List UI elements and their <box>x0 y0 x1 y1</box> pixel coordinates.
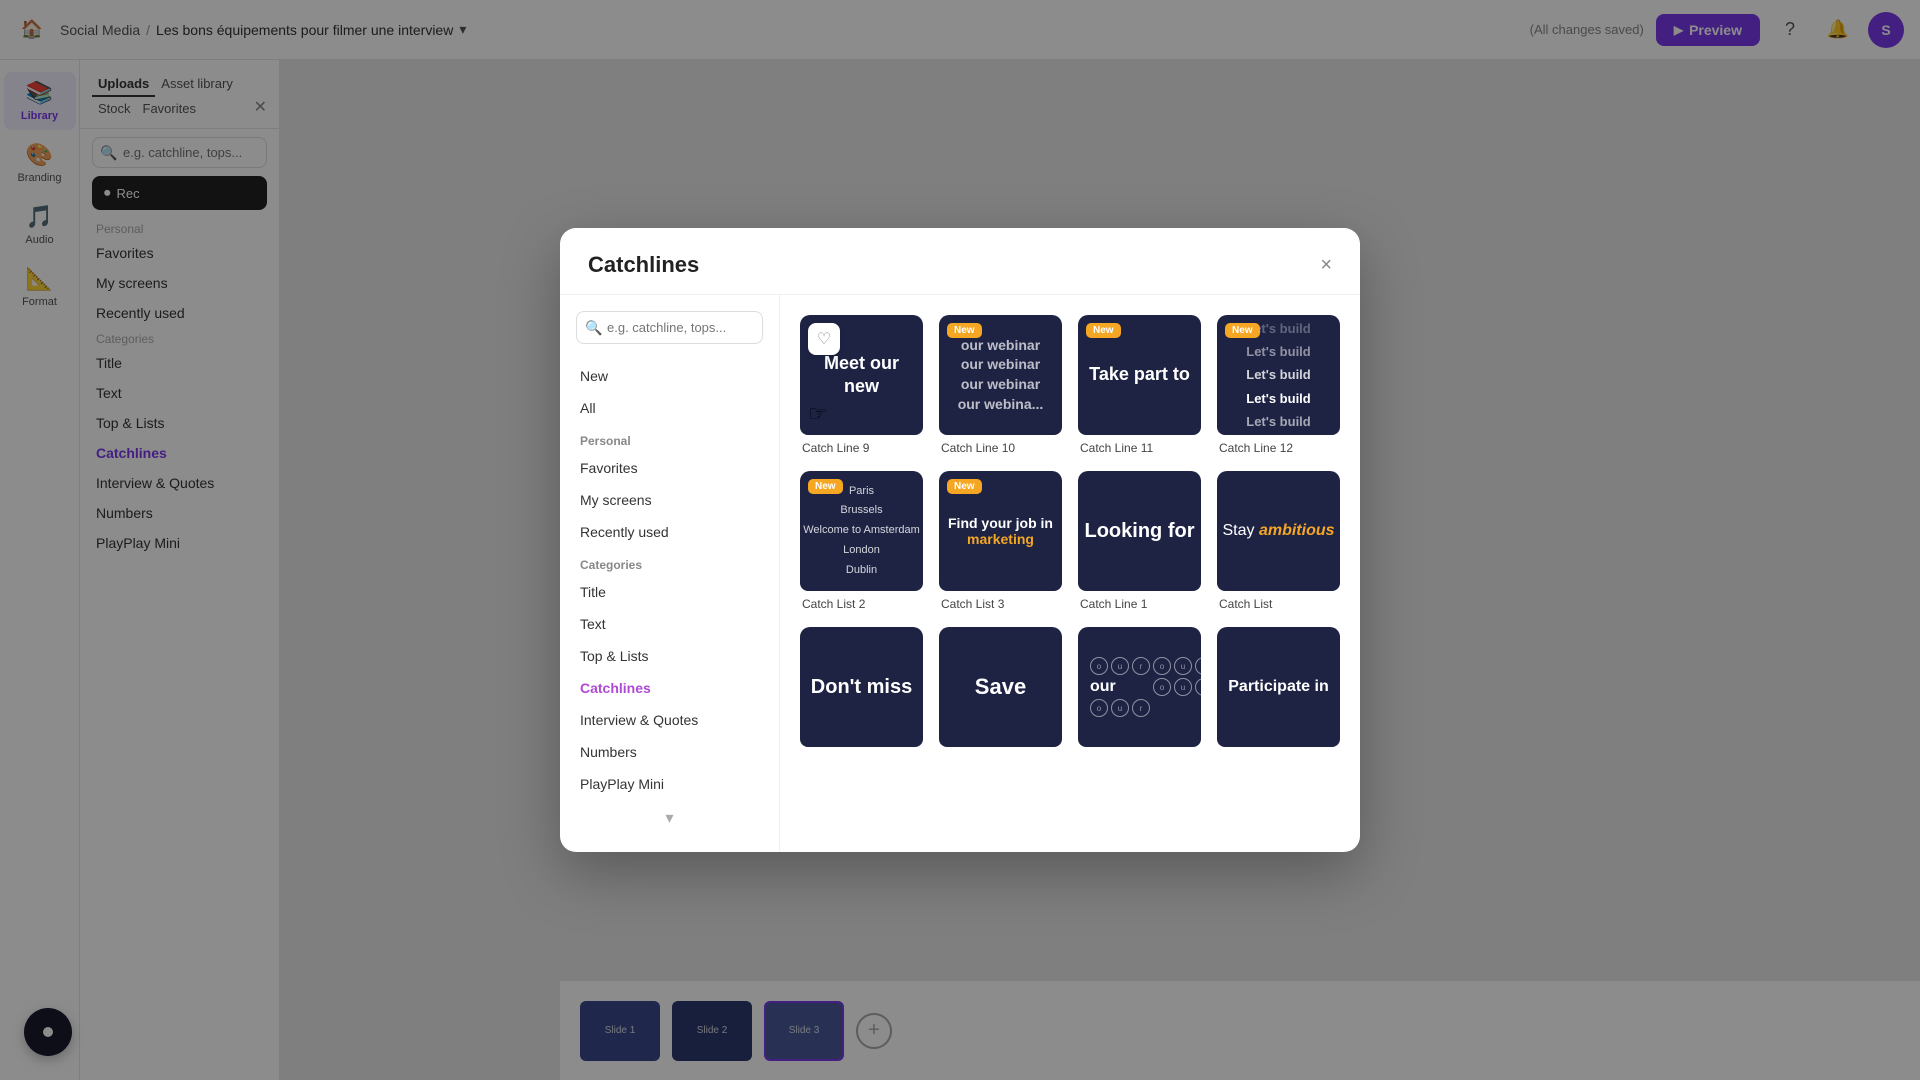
modal-nav-recently-used[interactable]: Recently used <box>560 516 779 548</box>
card-catch-line-12[interactable]: New Let's build Let's build Let's build … <box>1217 315 1340 455</box>
modal-nav-all[interactable]: All <box>560 392 779 424</box>
card10-label: Catch Line 10 <box>939 441 1062 455</box>
modal-nav-text[interactable]: Text <box>560 608 779 640</box>
cardm4-text: Participate in <box>1228 678 1328 696</box>
card-dont-miss[interactable]: Don't miss <box>800 627 923 753</box>
modal-categories-label: Categories <box>560 548 779 576</box>
cardlist2-label: Catch List 2 <box>800 597 923 611</box>
modal-header: Catchlines × <box>560 228 1360 295</box>
new-badge-catchlist2: New <box>808 479 843 494</box>
modal-nav-favorites[interactable]: Favorites <box>560 452 779 484</box>
cardm3-text: o u r o u r our o u r o u r <box>1078 645 1201 729</box>
cardline1-text: Looking for <box>1085 520 1195 543</box>
cardm1-text: Don't miss <box>811 676 912 699</box>
card12-label: Catch Line 12 <box>1217 441 1340 455</box>
modal-search-input[interactable] <box>576 311 763 344</box>
modal-nav-my-screens[interactable]: My screens <box>560 484 779 516</box>
card-catch-list-3[interactable]: New Find your job inmarketing Catch List… <box>939 471 1062 611</box>
modal-title: Catchlines <box>588 252 699 278</box>
card-catch-line-10[interactable]: New our webinarour webinarour webinarour… <box>939 315 1062 455</box>
cardm2-text: Save <box>975 674 1026 700</box>
modal-nav-title[interactable]: Title <box>560 576 779 608</box>
new-badge-catch12: New <box>1225 323 1260 338</box>
modal-search-icon: 🔍 <box>585 319 602 336</box>
new-badge-catch11: New <box>1086 323 1121 338</box>
card-catch-list[interactable]: Stay ambitious Catch List <box>1217 471 1340 611</box>
modal-personal-label: Personal <box>560 424 779 452</box>
favorite-button-catch9[interactable]: ♡ <box>808 323 840 355</box>
catchlist-label: Catch List <box>1217 597 1340 611</box>
catchlist-text: Stay ambitious <box>1222 522 1334 540</box>
modal-search: 🔍 <box>576 311 763 344</box>
new-badge-catch10: New <box>947 323 982 338</box>
card-participate[interactable]: Participate in <box>1217 627 1340 753</box>
modal-nav-top-lists[interactable]: Top & Lists <box>560 640 779 672</box>
card-catch-line-1[interactable]: Looking for Catch Line 1 <box>1078 471 1201 611</box>
show-more-icon[interactable]: ▾ <box>560 800 779 836</box>
modal-sidebar: 🔍 New All Personal Favorites My screens … <box>560 295 780 852</box>
card-catch-list-2[interactable]: New ParisBrusselsWelcome to AmsterdamLon… <box>800 471 923 611</box>
modal-nav-playplay-mini[interactable]: PlayPlay Mini <box>560 768 779 800</box>
modal-nav-numbers[interactable]: Numbers <box>560 736 779 768</box>
cardlist3-label: Catch List 3 <box>939 597 1062 611</box>
card11-label: Catch Line 11 <box>1078 441 1201 455</box>
modal-close-button[interactable]: × <box>1320 254 1332 277</box>
catchlines-modal: Catchlines × 🔍 New All Personal Favorite… <box>560 228 1360 852</box>
new-badge-catchlist3: New <box>947 479 982 494</box>
modal-content: ♡ Meet ournew ☞ Catch Line 9 New our web… <box>780 295 1360 852</box>
modal-body: 🔍 New All Personal Favorites My screens … <box>560 295 1360 852</box>
cardlist2-text: ParisBrusselsWelcome to AmsterdamLondonD… <box>803 482 920 581</box>
modal-nav-new[interactable]: New <box>560 360 779 392</box>
modal-nav-catchlines[interactable]: Catchlines <box>560 672 779 704</box>
cards-grid: ♡ Meet ournew ☞ Catch Line 9 New our web… <box>800 315 1340 753</box>
cursor-icon: ☞ <box>808 401 828 427</box>
card-our-animated[interactable]: o u r o u r our o u r o u r <box>1078 627 1201 753</box>
card9-label: Catch Line 9 <box>800 441 923 455</box>
modal-nav-interview-quotes[interactable]: Interview & Quotes <box>560 704 779 736</box>
cardline1-label: Catch Line 1 <box>1078 597 1201 611</box>
card-catch-line-11[interactable]: New Take part to Catch Line 11 <box>1078 315 1201 455</box>
card-save[interactable]: Save <box>939 627 1062 753</box>
card11-text: Take part to <box>1081 355 1198 394</box>
card10-text: our webinarour webinarour webinarour web… <box>950 328 1052 422</box>
cardlist3-text: Find your job inmarketing <box>948 515 1053 547</box>
card-catch-line-9[interactable]: ♡ Meet ournew ☞ Catch Line 9 <box>800 315 923 455</box>
